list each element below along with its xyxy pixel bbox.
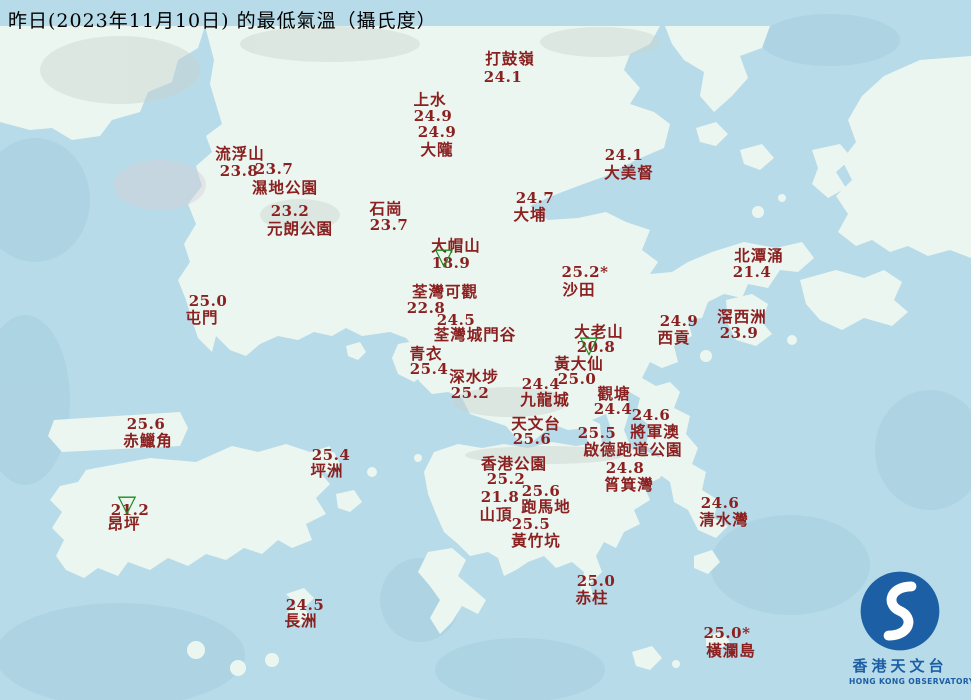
station-temperature: 24.5 xyxy=(436,311,476,329)
station-temperature: 23.7 xyxy=(369,216,409,234)
station-temperature: 25.0 xyxy=(188,292,228,310)
station-temperature: 25.5 xyxy=(577,424,617,442)
stations-layer: 打鼓嶺 24.1 上水 24.9 大隴 24.9 流浮山 23.8 濕地公園 23.7 大美督 24.… xyxy=(0,0,971,700)
min-temperature-map: 昨日(2023年11月10日) 的最低氣溫（攝氏度） 打鼓嶺 24.1 上水 24.9… xyxy=(0,0,971,700)
station-temperature: 25.0 xyxy=(557,370,597,388)
station-temperature: 24.1 xyxy=(604,146,644,164)
station-temperature: 24.4 xyxy=(521,375,561,393)
min-temp-marker-icon: ▽ xyxy=(434,243,454,272)
station-temperature: 21.8 xyxy=(480,488,520,506)
station-temperature: 25.2 xyxy=(486,470,526,488)
hko-logo-name-zh: 香港天文台 xyxy=(852,657,948,675)
station-name: 濕地公園 xyxy=(251,178,319,197)
station-temperature: 23.9 xyxy=(719,324,759,342)
min-temp-marker-icon: ▽ xyxy=(579,331,599,360)
hko-logo: 香港天文台 HONG KONG OBSERVATORY xyxy=(849,570,971,686)
station-name: 元朗公園 xyxy=(266,219,334,238)
station-temperature: 24.9 xyxy=(659,312,699,330)
station-temperature: 24.7 xyxy=(515,189,555,207)
hko-logo-icon xyxy=(860,571,940,651)
station-temperature: 24.8 xyxy=(605,459,645,477)
station-name: 大隴 xyxy=(420,140,454,159)
station-name: 山頂 xyxy=(479,505,513,524)
station-temperature: 24.6 xyxy=(631,406,671,424)
hko-logo-name-en: HONG KONG OBSERVATORY xyxy=(849,677,971,686)
station-name: 橫瀾島 xyxy=(706,641,756,660)
station-temperature: 21.4 xyxy=(732,263,772,281)
station-temperature: 24.1 xyxy=(483,68,523,86)
station-temperature: 25.4 xyxy=(409,360,449,378)
station-temperature: 25.0* xyxy=(703,624,751,642)
station-temperature: 24.5 xyxy=(285,596,325,614)
station-temperature: 25.5 xyxy=(511,515,551,533)
station-temperature: 25.0 xyxy=(576,572,616,590)
station-temperature: 24.9 xyxy=(417,123,457,141)
station-temperature: 25.4 xyxy=(311,446,351,464)
station-temperature: 23.2 xyxy=(270,202,310,220)
station-temperature: 25.6 xyxy=(126,415,166,433)
station-name: 大美督 xyxy=(604,163,654,182)
station-temperature: 25.6 xyxy=(521,482,561,500)
station-temperature: 24.6 xyxy=(700,494,740,512)
station-temperature: 23.7 xyxy=(254,160,294,178)
station-temperature: 25.6 xyxy=(512,430,552,448)
station-temperature: 25.2 xyxy=(450,384,490,402)
station-temperature: 24.4 xyxy=(593,400,633,418)
station-name: 打鼓嶺 xyxy=(485,49,535,68)
station-name: 沙田 xyxy=(562,280,596,299)
page-title: 昨日(2023年11月10日) 的最低氣溫（攝氏度） xyxy=(8,10,437,32)
min-temp-marker-icon: ▽ xyxy=(117,490,137,519)
station-temperature: 25.2* xyxy=(561,263,609,281)
